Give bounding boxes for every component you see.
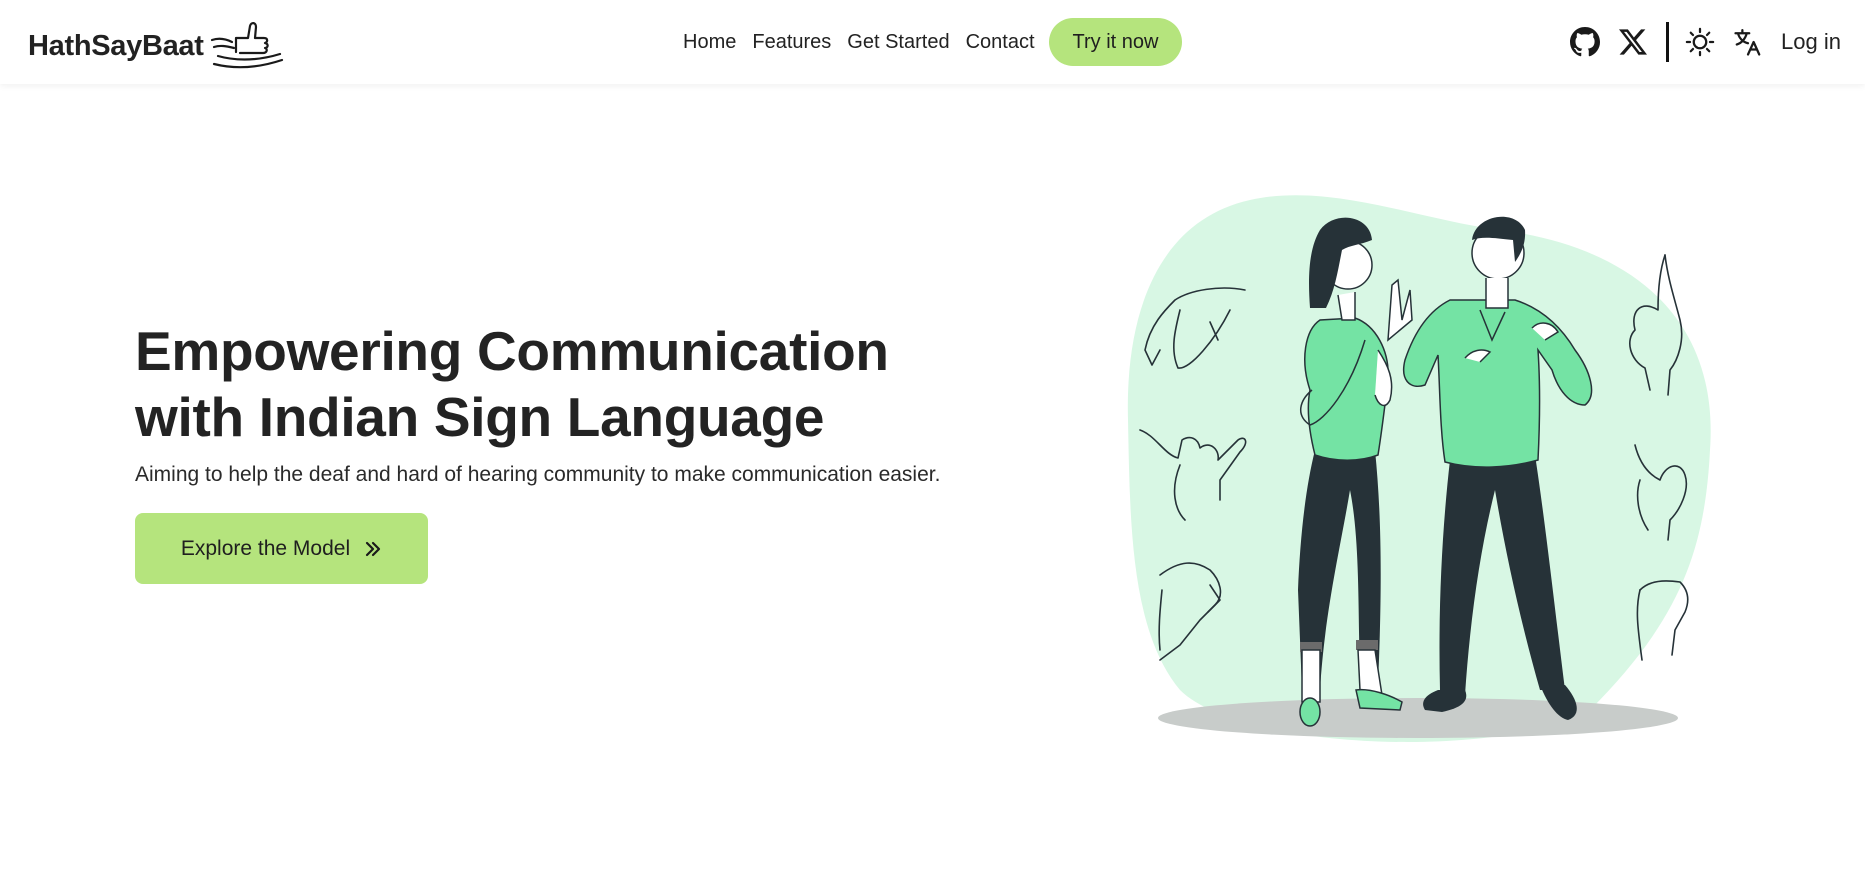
nav-link-features[interactable]: Features	[752, 18, 831, 66]
github-icon[interactable]	[1568, 25, 1602, 59]
hero-title-line-1: Empowering Communication	[135, 320, 889, 382]
double-chevron-right-icon	[366, 541, 381, 556]
brand[interactable]: HathSayBaat	[28, 20, 286, 72]
main-nav: Home Features Get Started Contact Try it…	[683, 18, 1183, 66]
sun-theme-icon[interactable]	[1683, 25, 1717, 59]
hero-title-line-2: with Indian Sign Language	[135, 386, 825, 448]
brand-name: HathSayBaat	[28, 29, 204, 62]
x-twitter-icon[interactable]	[1616, 25, 1650, 59]
nav-link-get-started[interactable]: Get Started	[847, 18, 949, 66]
login-link[interactable]: Log in	[1781, 29, 1841, 55]
nav-right-tools: Log in	[1568, 20, 1841, 64]
nav-link-contact[interactable]: Contact	[966, 18, 1035, 66]
hero-title: Empowering Communication with Indian Sig…	[135, 318, 955, 450]
nav-divider	[1666, 22, 1670, 62]
explore-model-button[interactable]: Explore the Model	[135, 513, 428, 584]
try-it-now-button[interactable]: Try it now	[1048, 18, 1183, 66]
translate-icon[interactable]	[1731, 25, 1765, 59]
navbar: HathSayBaat Home Features Get Started Co…	[0, 0, 1865, 84]
thumbs-up-hand-logo-icon	[210, 22, 283, 69]
hero-subtitle: Aiming to help the deaf and hard of hear…	[135, 463, 941, 486]
explore-model-label: Explore the Model	[180, 536, 351, 560]
two-people-signing-illustration	[1127, 195, 1711, 743]
nav-link-home[interactable]: Home	[683, 18, 736, 66]
